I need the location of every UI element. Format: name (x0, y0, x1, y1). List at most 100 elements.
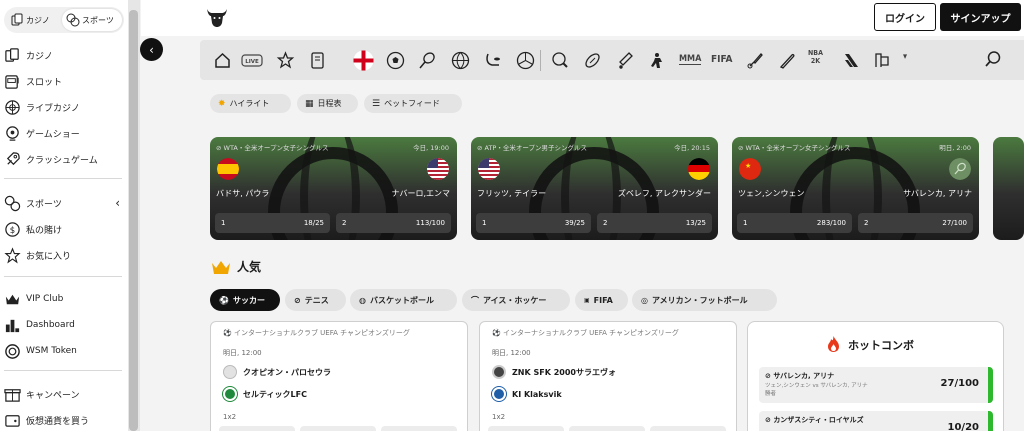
collapse-sidebar-button[interactable]: ‹ (140, 38, 163, 61)
basketball-icon[interactable] (451, 51, 470, 70)
league-label: WTA・全米オープン女子シングルス (745, 144, 851, 152)
sidebar: カジノ スポーツ カジノ スロット ライブカジノ ゲームショー クラッシュゲーム… (0, 0, 140, 431)
odds-button[interactable] (569, 426, 645, 431)
odds-button[interactable] (300, 426, 376, 431)
category-soccer[interactable]: ⚽ サッカー (210, 289, 280, 311)
match-card[interactable]: ⊘ ATP・全米オープン男子シングルス 今日, 20:15 フリッツ, テイラー… (471, 137, 718, 240)
odds-button[interactable]: 1 283/100 (737, 213, 852, 233)
match-time: 今日, 19:00 (413, 144, 449, 152)
category-basketball[interactable]: ◍ バスケットボール (350, 289, 457, 311)
sidebar-item-game-show[interactable]: ゲームショー (4, 122, 126, 144)
signup-button[interactable]: サインアップ (940, 3, 1021, 31)
odds-button[interactable] (381, 426, 457, 431)
category-fifa[interactable]: ▣ FIFA (575, 289, 628, 311)
search-icon[interactable] (984, 50, 1002, 68)
odds-button[interactable] (488, 426, 564, 431)
filter-schedule[interactable]: ▦ 日程表 (297, 94, 358, 113)
category-ice-hockey[interactable]: ⌒ アイス・ホッケー (462, 289, 570, 311)
nba2k-icon[interactable]: NBA 2K (808, 49, 823, 65)
sidebar-item-sports[interactable]: スポーツ ‹ (4, 192, 126, 214)
combo-odds: 10/20 (947, 422, 979, 431)
mma-icon[interactable]: MMA (679, 54, 702, 65)
esports-slash-icon[interactable] (842, 51, 861, 70)
spain-flag-icon (217, 158, 239, 180)
volleyball-icon[interactable] (516, 51, 535, 70)
sidebar-item-buy-crypto[interactable]: 仮想通貨を買う (4, 409, 126, 431)
chevron-down-icon[interactable]: ▾ (903, 52, 907, 62)
casino-toggle-button[interactable]: カジノ (6, 9, 60, 31)
cards-icon (5, 47, 19, 62)
category-label: バスケットボール (369, 295, 434, 305)
sidebar-item-crash-games[interactable]: クラッシュゲーム (4, 148, 126, 170)
odds-button[interactable]: 1 18/25 (215, 213, 330, 233)
sidebar-item-slots[interactable]: スロット (4, 70, 126, 92)
american-football-icon[interactable] (583, 51, 602, 70)
category-label: FIFA (593, 295, 613, 305)
odds-value: 18/25 (303, 219, 324, 227)
star-icon[interactable] (276, 51, 295, 70)
cricket-icon[interactable] (616, 51, 635, 70)
match-card-partial[interactable] (993, 137, 1024, 240)
balls-icon (66, 13, 80, 27)
combo-name: カンザスシティ・ロイヤルズ (773, 416, 864, 424)
baseball-bat-icon[interactable] (778, 51, 797, 70)
sidebar-scroll-thumb[interactable] (129, 10, 138, 431)
sidebar-item-label: カジノ (26, 51, 53, 62)
event-league: ⚽ インターナショナルクラブ UEFA チャンピオンズリーグ (223, 328, 458, 338)
bull-logo-icon[interactable] (205, 5, 229, 29)
odds-button[interactable]: 2 113/100 (336, 213, 451, 233)
login-button[interactable]: ログイン (874, 3, 936, 31)
sidebar-item-live-casino[interactable]: ライブカジノ (4, 96, 126, 118)
home-icon[interactable] (213, 51, 232, 70)
chevron-left-icon[interactable]: ‹ (115, 196, 120, 210)
odds-button[interactable]: 2 13/25 (597, 213, 712, 233)
odds-button[interactable] (219, 426, 295, 431)
odds-button[interactable]: 1 39/25 (476, 213, 591, 233)
league-label: WTA・全米オープン女子シングルス (223, 144, 329, 152)
sport-nav-bar: LIVE MMA FIFA NBA 2K ▾ (200, 40, 1024, 80)
live-icon[interactable]: LIVE (241, 51, 263, 70)
soccer-icon[interactable] (386, 51, 405, 70)
sidebar-item-vip-club[interactable]: VIP Club (4, 288, 126, 310)
star-icon (4, 246, 21, 263)
fifa-icon[interactable]: FIFA (711, 54, 732, 65)
sidebar-item-casino[interactable]: カジノ (4, 44, 126, 66)
odds-outcome-label: 2 (342, 219, 347, 227)
tennis-icon[interactable] (418, 51, 437, 70)
game-show-icon (6, 125, 19, 141)
sidebar-divider (4, 178, 122, 179)
usa-flag-icon (427, 158, 449, 180)
match-card[interactable]: ⊘ WTA・全米オープン女子シングルス 明日, 2:00 ★ ツェン,シンウェン… (732, 137, 979, 240)
combo-item[interactable]: ⊘ サバレンカ, アリナ ツェン,シンウェン vs サバレンカ, アリナ 勝者 … (759, 367, 993, 403)
category-tennis[interactable]: ⊘ テニス (285, 289, 346, 311)
betslip-icon[interactable] (308, 51, 327, 70)
sports-toggle-button[interactable]: スポーツ (62, 9, 122, 31)
hot-combo-panel: ホットコンボ ⊘ サバレンカ, アリナ ツェン,シンウェン vs サバレンカ, … (747, 321, 1004, 431)
token-icon (5, 343, 20, 359)
match-card[interactable]: ⊘ WTA・全米オープン女子シングルス 今日, 19:00 バドサ, パウラ ナ… (210, 137, 457, 240)
team-crest-icon (492, 365, 506, 379)
odds-button[interactable]: 2 27/100 (858, 213, 973, 233)
badminton-icon[interactable] (746, 51, 765, 70)
esports-shooter-icon[interactable] (648, 51, 667, 70)
filter-highlights[interactable]: ✸ ハイライト (210, 94, 291, 113)
filter-bet-feed[interactable]: ☰ ベットフィード (364, 94, 462, 113)
event-card[interactable]: ⚽ インターナショナルクラブ UEFA チャンピオンズリーグ 明日, 12:00… (479, 321, 737, 431)
sidebar-item-promotions[interactable]: キャンペーン (4, 383, 126, 405)
sidebar-item-wsm-token[interactable]: WSM Token (4, 340, 126, 362)
sidebar-item-my-bets[interactable]: $ 私の賭け (4, 218, 126, 240)
table-tennis-icon[interactable] (551, 51, 570, 70)
category-american-football[interactable]: ◎ アメリカン・フットボール (632, 289, 777, 311)
sidebar-item-favorites[interactable]: お気に入り (4, 244, 126, 266)
event-card[interactable]: ⚽ インターナショナルクラブ UEFA チャンピオンズリーグ 明日, 12:00… (210, 321, 468, 431)
sidebar-item-dashboard[interactable]: Dashboard (4, 314, 126, 336)
odds-button[interactable] (650, 426, 726, 431)
racing-icon[interactable] (873, 51, 892, 70)
ice-hockey-icon[interactable] (484, 51, 503, 70)
england-flag-icon[interactable] (353, 50, 374, 71)
sidebar-divider (4, 276, 122, 277)
combo-item[interactable]: ⊘ カンザスシティ・ロイヤルズ ▪▪▪▪▪▪ ▪▪▪▪▪ ▪▪▪▪ ▪▪▪▪▪▪… (759, 411, 993, 431)
american-football-icon: ◎ (641, 295, 648, 305)
sidebar-item-label: Dashboard (26, 320, 75, 330)
player-2-name: ナバーロ,エンマ (391, 189, 450, 198)
